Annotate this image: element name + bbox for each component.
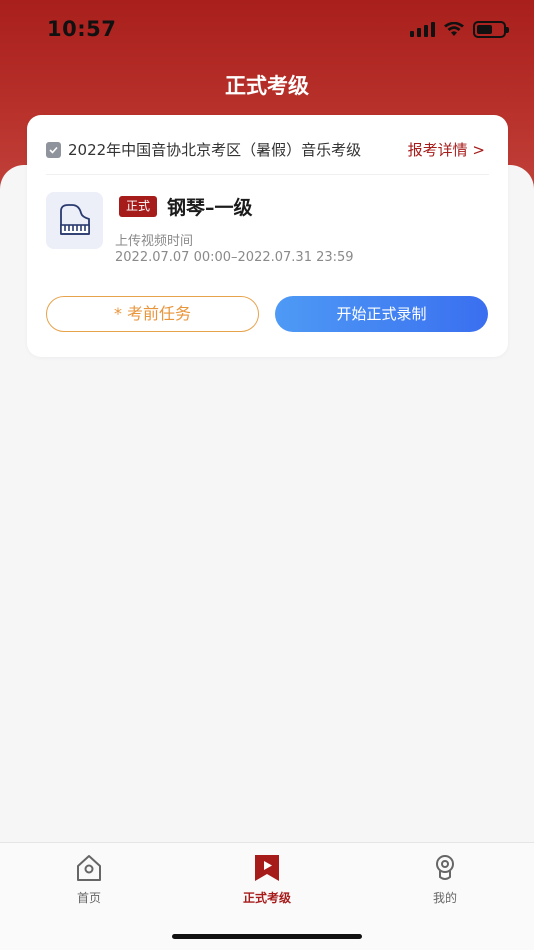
piano-icon: [46, 192, 103, 249]
start-recording-button[interactable]: 开始正式录制: [275, 296, 488, 332]
tab-home-label: 首页: [76, 891, 101, 905]
person-icon: [436, 855, 454, 880]
formal-badge: 正式: [119, 196, 158, 217]
video-bookmark-icon: [255, 855, 279, 881]
status-time: 10:57: [47, 17, 117, 41]
page-title: 正式考级: [225, 74, 309, 98]
tab-formal-exam-label: 正式考级: [242, 891, 291, 905]
tab-mine[interactable]: 我的: [395, 853, 495, 906]
upload-time-label: 上传视频时间: [115, 234, 194, 249]
exam-header: 2022年中国音协北京考区（暑假）音乐考级 报考详情 >: [46, 135, 489, 175]
exam-details-link[interactable]: 报考详情 >: [408, 139, 485, 160]
status-bar: 10:57: [0, 0, 534, 58]
tab-formal-exam[interactable]: 正式考级: [217, 853, 317, 906]
home-indicator: [172, 934, 362, 939]
exam-card: 2022年中国音协北京考区（暑假）音乐考级 报考详情 > 正式 钢琴–一级 上传…: [27, 115, 508, 357]
course-name: 钢琴–一级: [167, 197, 253, 219]
wifi-icon: [444, 21, 464, 36]
cellular-signal-icon: [410, 21, 435, 37]
tab-mine-label: 我的: [432, 891, 457, 905]
status-icons: [410, 20, 509, 38]
upload-time-range: 2022.07.07 00:00–2022.07.31 23:59: [115, 250, 354, 265]
battery-icon: [473, 20, 509, 38]
pre-exam-task-button[interactable]: * 考前任务: [46, 296, 259, 332]
checklist-icon: [46, 142, 61, 158]
tab-home[interactable]: 首页: [39, 853, 139, 906]
exam-name: 2022年中国音协北京考区（暑假）音乐考级: [68, 141, 362, 159]
home-icon: [77, 855, 101, 881]
